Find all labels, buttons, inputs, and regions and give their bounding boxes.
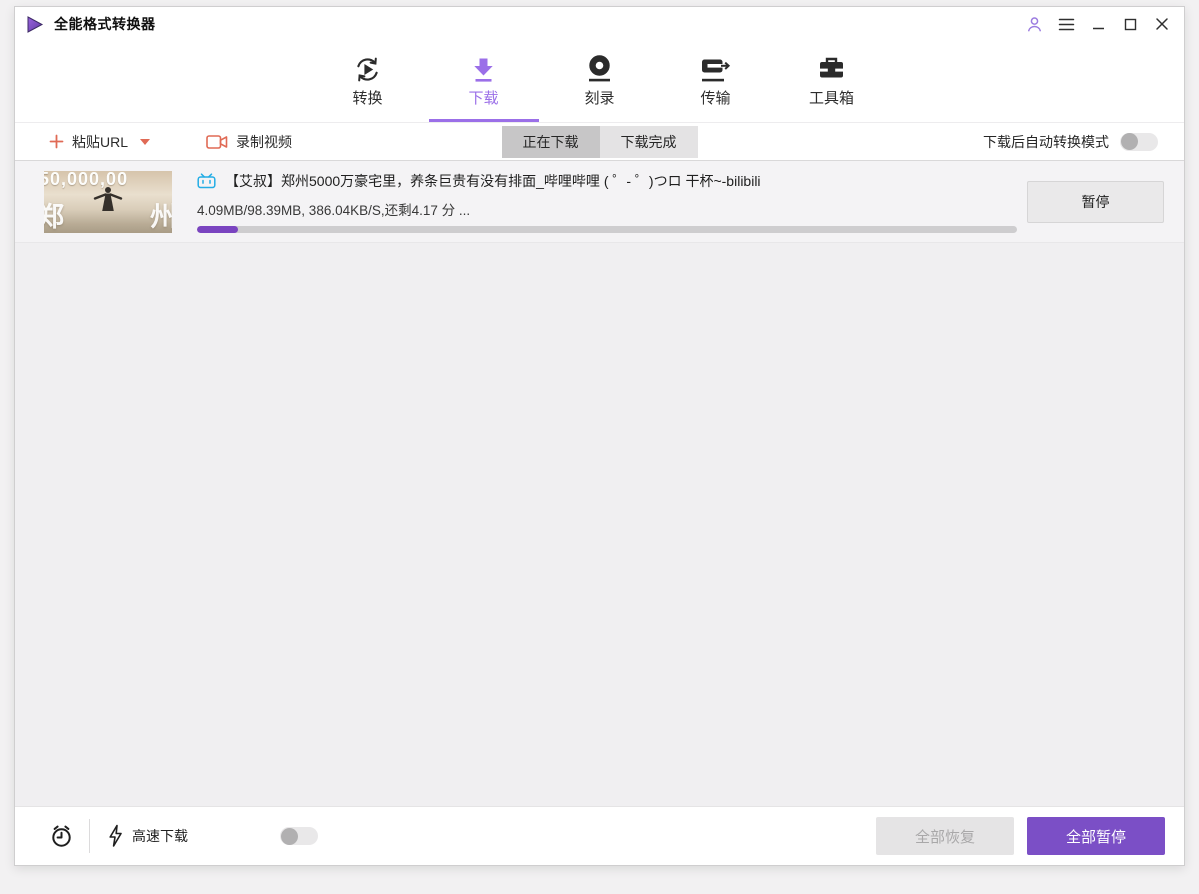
- lightning-icon: [108, 824, 123, 848]
- thumbnail-char-left: 郑: [44, 201, 64, 232]
- menu-icon[interactable]: [1056, 14, 1076, 34]
- app-window: 全能格式转换器 转换 下载 刻录 传输 工具箱 粘贴URL 录制视频 正在下载 …: [14, 6, 1185, 866]
- account-icon[interactable]: [1024, 14, 1044, 34]
- auto-convert-toggle[interactable]: [1120, 132, 1158, 151]
- nav-label-download: 下载: [468, 90, 499, 107]
- burn-icon: [584, 50, 615, 85]
- pause-all-button[interactable]: 全部暂停: [1027, 817, 1165, 855]
- tab-convert[interactable]: 转换: [332, 50, 404, 122]
- app-logo-icon: [25, 15, 44, 34]
- tab-transfer[interactable]: 传输: [680, 50, 752, 122]
- download-icon: [468, 50, 499, 85]
- toolbox-icon: [816, 50, 847, 85]
- high-speed-label: 高速下载: [132, 828, 188, 844]
- plus-icon: [49, 134, 64, 149]
- paste-url-button[interactable]: 粘贴URL: [49, 132, 151, 152]
- paste-url-label: 粘贴URL: [72, 133, 129, 150]
- download-stats: 4.09MB/98.39MB, 386.04KB/S,还剩4.17 分 ...: [197, 202, 471, 218]
- convert-icon: [352, 50, 383, 85]
- close-icon[interactable]: [1152, 14, 1172, 34]
- toggle-knob: [1121, 133, 1138, 150]
- download-title: 【艾叔】郑州5000万豪宅里，养条巨贵有没有排面_哔哩哔哩 ( ゜- ゜)つロ …: [225, 172, 761, 189]
- footer-bar: 高速下载 全部恢复 全部暂停: [15, 806, 1184, 865]
- nav-label-burn: 刻录: [584, 90, 615, 107]
- pause-button[interactable]: 暂停: [1027, 180, 1164, 223]
- bilibili-icon: [197, 172, 216, 189]
- toggle-knob: [281, 827, 298, 845]
- thumbnail-char-right: 州: [150, 201, 172, 232]
- active-tab-underline: [428, 119, 539, 122]
- download-list: 50,000,00 郑 州 【艾叔】郑州5000万豪宅里，养条巨贵有没有排面_哔…: [15, 161, 1184, 806]
- nav-label-transfer: 传输: [700, 90, 731, 107]
- auto-convert-label: 下载后自动转换模式: [983, 133, 1109, 150]
- titlebar: 全能格式转换器: [15, 7, 1184, 41]
- nav-label-convert: 转换: [352, 90, 383, 107]
- auto-convert-control: 下载后自动转换模式: [983, 132, 1158, 152]
- high-speed-toggle[interactable]: [280, 827, 318, 845]
- app-title: 全能格式转换器: [54, 16, 156, 32]
- filter-tab-downloading[interactable]: 正在下载: [501, 125, 600, 158]
- toolbar: 粘贴URL 录制视频 正在下载 下载完成 下载后自动转换模式: [15, 123, 1184, 161]
- tab-toolbox[interactable]: 工具箱: [796, 50, 868, 122]
- filter-tab-completed[interactable]: 下载完成: [599, 125, 698, 158]
- record-video-label: 录制视频: [236, 133, 293, 150]
- transfer-icon: [699, 50, 732, 85]
- footer-divider: [89, 819, 90, 853]
- maximize-icon[interactable]: [1120, 14, 1140, 34]
- download-info: 【艾叔】郑州5000万豪宅里，养条巨贵有没有排面_哔哩哔哩 ( ゜- ゜)つロ …: [197, 171, 1017, 233]
- progress-bar: [197, 225, 1017, 233]
- footer-buttons: 全部恢复 全部暂停: [876, 817, 1165, 855]
- tab-download[interactable]: 下载: [428, 50, 539, 122]
- download-title-line: 【艾叔】郑州5000万豪宅里，养条巨贵有没有排面_哔哩哔哩 ( ゜- ゜)つロ …: [197, 171, 1017, 191]
- nav-tabs: 转换 下载 刻录 传输 工具箱: [332, 41, 868, 122]
- titlebar-controls: [1024, 14, 1172, 34]
- main-nav: 转换 下载 刻录 传输 工具箱: [15, 41, 1184, 123]
- thumbnail-person-figure: [91, 185, 125, 222]
- record-video-button[interactable]: 录制视频: [206, 132, 292, 152]
- schedule-clock-icon[interactable]: [49, 824, 74, 849]
- download-filter-tabs: 正在下载 下载完成: [501, 125, 698, 158]
- video-thumbnail: 50,000,00 郑 州: [44, 170, 172, 233]
- chevron-down-icon[interactable]: [140, 138, 151, 145]
- resume-all-button[interactable]: 全部恢复: [876, 817, 1014, 855]
- download-row: 50,000,00 郑 州 【艾叔】郑州5000万豪宅里，养条巨贵有没有排面_哔…: [15, 161, 1184, 243]
- tab-burn[interactable]: 刻录: [564, 50, 636, 122]
- nav-label-toolbox: 工具箱: [808, 90, 854, 107]
- minimize-icon[interactable]: [1088, 14, 1108, 34]
- progress-fill: [197, 225, 238, 233]
- camera-icon: [206, 134, 228, 150]
